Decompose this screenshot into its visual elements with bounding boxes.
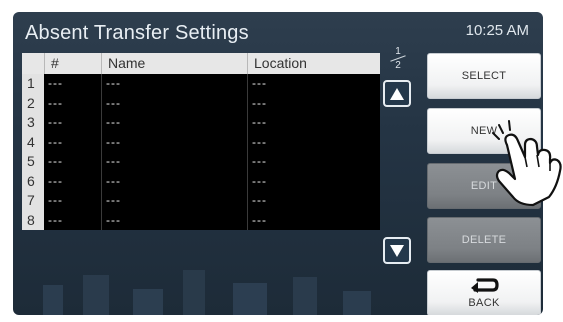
row-name: ---: [101, 210, 247, 230]
select-button[interactable]: SELECT: [427, 53, 541, 99]
delete-button[interactable]: DELETE: [427, 217, 541, 263]
row-number: ---: [44, 191, 101, 211]
row-location: ---: [247, 132, 380, 152]
row-name: ---: [101, 132, 247, 152]
row-location: ---: [247, 74, 380, 94]
table-row[interactable]: 3 --- --- ---: [22, 113, 380, 133]
row-index: 6: [22, 171, 44, 191]
row-number: ---: [44, 93, 101, 113]
clock: 10:25 AM: [465, 22, 529, 39]
row-number: ---: [44, 171, 101, 191]
row-location: ---: [247, 171, 380, 191]
row-name: ---: [101, 113, 247, 133]
row-index: 7: [22, 191, 44, 211]
table-row[interactable]: 6 --- --- ---: [22, 171, 380, 191]
header-location: Location: [247, 53, 380, 74]
return-arrow-icon: [471, 278, 499, 293]
row-name: ---: [101, 191, 247, 211]
table-row[interactable]: 5 --- --- ---: [22, 152, 380, 172]
row-location: ---: [247, 93, 380, 113]
scroll-up-button[interactable]: [383, 80, 411, 107]
row-index: 4: [22, 132, 44, 152]
row-index: 3: [22, 113, 44, 133]
header-index: [22, 53, 44, 74]
row-number: ---: [44, 152, 101, 172]
triangle-up-icon: [390, 87, 404, 100]
row-name: ---: [101, 93, 247, 113]
page-current: 1: [395, 46, 401, 57]
back-label: BACK: [468, 297, 500, 309]
table-row[interactable]: 4 --- --- ---: [22, 132, 380, 152]
back-button[interactable]: BACK: [427, 270, 541, 315]
row-number: ---: [44, 132, 101, 152]
row-index: 5: [22, 152, 44, 172]
row-name: ---: [101, 171, 247, 191]
triangle-down-icon: [390, 244, 404, 257]
row-name: ---: [101, 152, 247, 172]
row-number: ---: [44, 74, 101, 94]
page-indicator: 1 2: [386, 46, 410, 71]
row-index: 2: [22, 93, 44, 113]
table-row[interactable]: 1 --- --- ---: [22, 74, 380, 94]
row-name: ---: [101, 74, 247, 94]
header-name: Name: [101, 53, 247, 74]
row-number: ---: [44, 113, 101, 133]
row-number: ---: [44, 210, 101, 230]
row-location: ---: [247, 191, 380, 211]
hand-pointer-icon: [492, 120, 562, 207]
table-row[interactable]: 8 --- --- ---: [22, 210, 380, 230]
table-row[interactable]: 2 --- --- ---: [22, 93, 380, 113]
row-location: ---: [247, 210, 380, 230]
row-index: 1: [22, 74, 44, 94]
table-header: # Name Location: [22, 53, 380, 74]
row-location: ---: [247, 152, 380, 172]
row-index: 8: [22, 210, 44, 230]
header-number: #: [44, 53, 101, 74]
absent-transfer-table: # Name Location 1 --- --- --- 2 --- --- …: [22, 53, 380, 230]
scroll-down-button[interactable]: [383, 237, 411, 264]
device-screen: Absent Transfer Settings 10:25 AM # Name…: [13, 12, 543, 315]
table-row[interactable]: 7 --- --- ---: [22, 191, 380, 211]
page-total: 2: [395, 60, 401, 71]
row-location: ---: [247, 113, 380, 133]
screen-title: Absent Transfer Settings: [25, 22, 249, 44]
